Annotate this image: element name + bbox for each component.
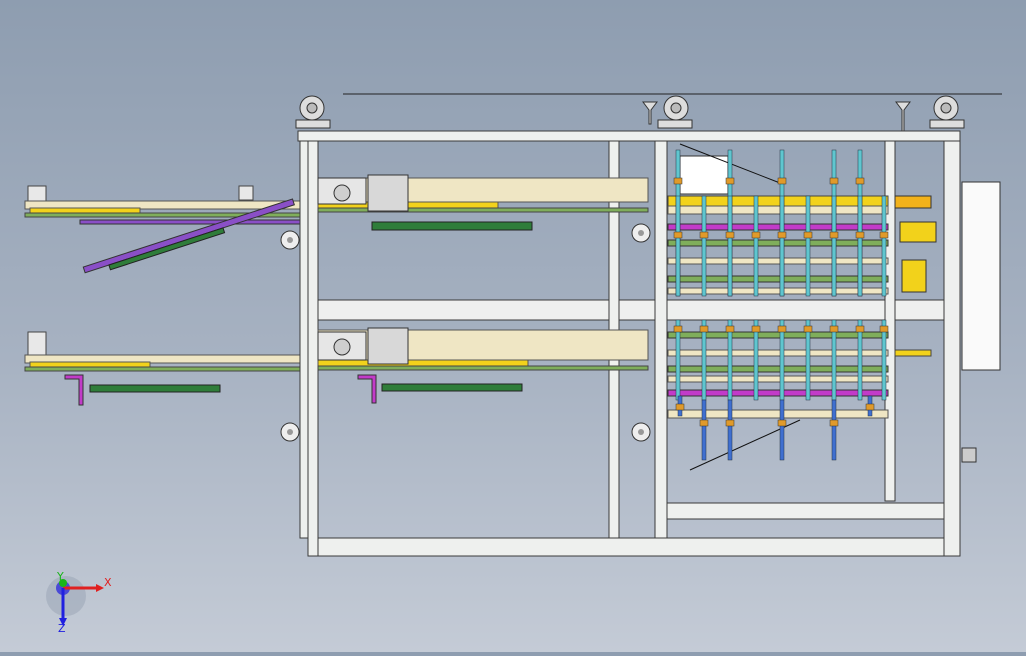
rod-nut xyxy=(751,325,761,333)
guide-rod xyxy=(831,399,837,461)
rod-nut xyxy=(699,231,709,239)
machine-assembly-drawing[interactable]: X Y Z xyxy=(0,0,1026,652)
rod-nut xyxy=(829,325,839,333)
lower-inner-conveyor xyxy=(317,327,649,404)
rod-nut xyxy=(855,177,865,185)
cad-viewport[interactable]: X Y Z xyxy=(0,0,1026,652)
guide-rod xyxy=(881,195,887,297)
rod-nut xyxy=(829,231,839,239)
rod-nut xyxy=(725,231,735,239)
rod-nut xyxy=(725,419,735,427)
orientation-triad: X Y Z xyxy=(46,570,112,635)
guide-rod xyxy=(701,195,707,297)
guide-rod xyxy=(753,195,759,297)
guide-rod xyxy=(727,399,733,461)
caster-mid xyxy=(657,95,693,129)
guide-rod xyxy=(857,195,863,297)
rod-nut xyxy=(777,325,787,333)
rod-nut xyxy=(673,177,683,185)
rod-nut xyxy=(829,177,839,185)
triad-x-label: X xyxy=(104,576,112,589)
stacker-upper xyxy=(667,143,937,295)
rod-nut xyxy=(777,177,787,185)
guide-rod xyxy=(779,399,785,461)
upper-left-conveyor xyxy=(24,185,306,274)
triad-y-label: Y xyxy=(56,570,64,583)
rod-nut xyxy=(855,231,865,239)
triad-z-label: Z xyxy=(58,622,66,635)
rod-nut xyxy=(673,231,683,239)
guide-rod xyxy=(805,195,811,297)
rod-nut xyxy=(879,231,889,239)
rod-nut xyxy=(777,419,787,427)
rod-nut xyxy=(751,231,761,239)
rod-nut xyxy=(699,325,709,333)
drive-motor-lower xyxy=(317,327,409,365)
rod-nut xyxy=(673,325,683,333)
rod-nut xyxy=(777,231,787,239)
rod-nut xyxy=(699,419,709,427)
guide-rod xyxy=(701,399,707,461)
rod-nut xyxy=(855,325,865,333)
rod-nut xyxy=(803,231,813,239)
rod-nut xyxy=(725,325,735,333)
rod-nut xyxy=(725,177,735,185)
control-cabinet xyxy=(961,181,1001,463)
upper-inner-conveyor xyxy=(317,174,649,231)
leveling-foot-left xyxy=(642,101,658,125)
rod-nut xyxy=(879,325,889,333)
caster-right xyxy=(929,95,965,129)
lower-left-conveyor xyxy=(24,331,306,406)
guide-rod xyxy=(779,195,785,297)
guide-rod xyxy=(727,195,733,297)
guide-rod xyxy=(675,195,681,297)
rod-nut xyxy=(865,403,875,411)
caster-left xyxy=(295,95,331,129)
rod-nut xyxy=(675,403,685,411)
rod-nut xyxy=(829,419,839,427)
guide-rod xyxy=(831,195,837,297)
rod-nut xyxy=(803,325,813,333)
